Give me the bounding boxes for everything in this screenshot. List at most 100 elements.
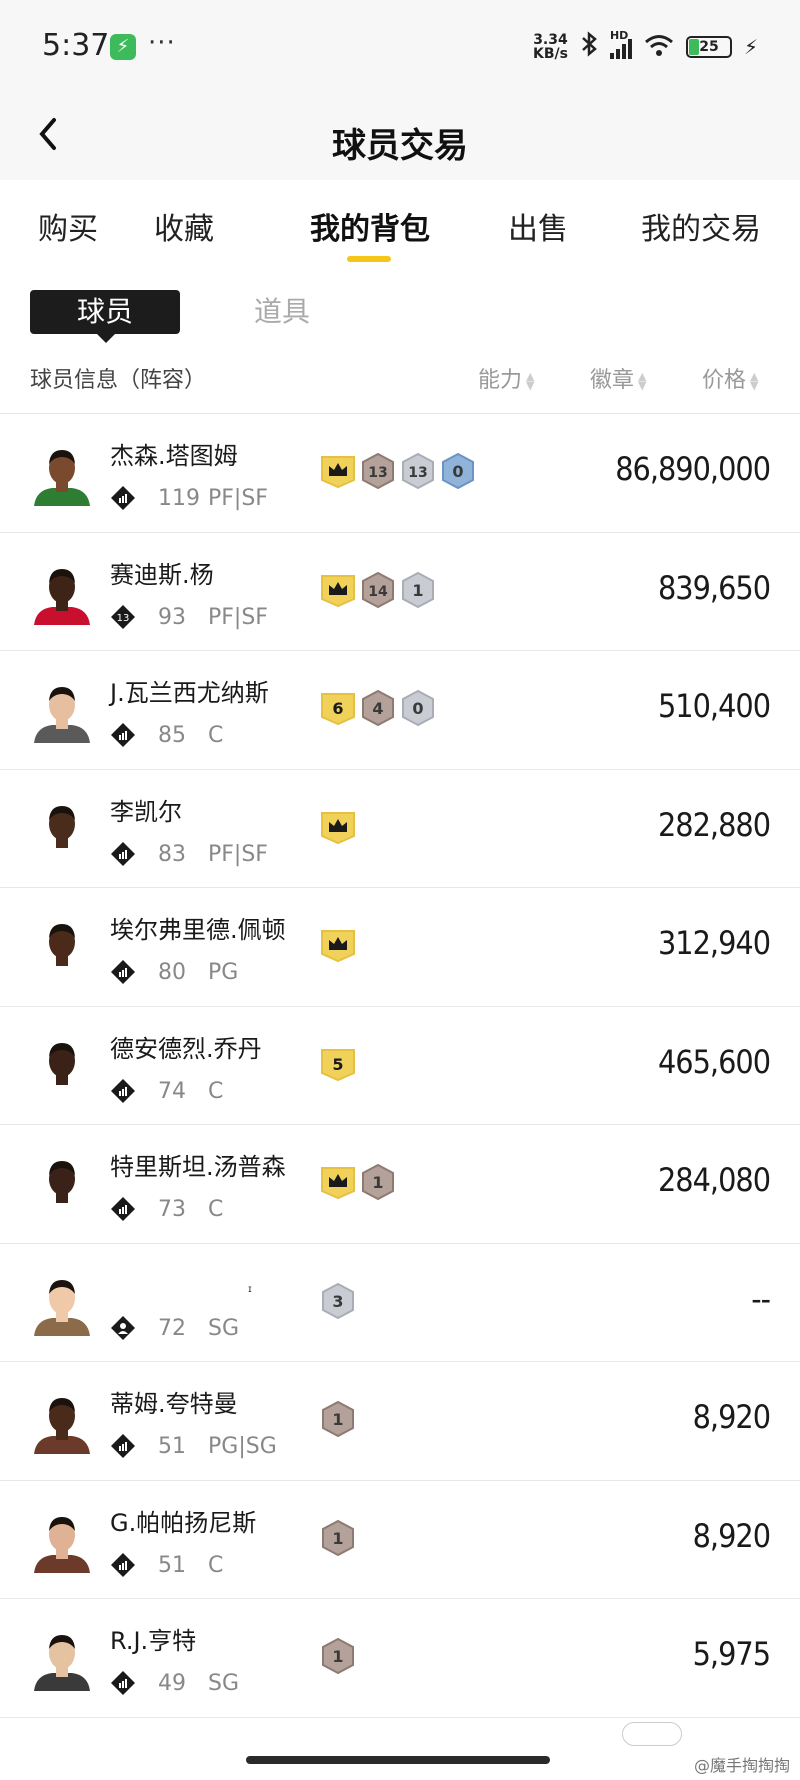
watermark-logo bbox=[622, 1722, 682, 1746]
player-name: G.帕帕扬尼斯 bbox=[110, 1508, 257, 1537]
player-row[interactable]: 埃尔弗里德.佩顿 80 PG 312,940 bbox=[0, 888, 800, 1007]
player-avatar bbox=[30, 1390, 94, 1454]
player-name: J.瓦兰西尤纳斯 bbox=[110, 679, 269, 707]
network-speed: 3.34 KB/s bbox=[532, 32, 568, 62]
badge-group: 1 bbox=[320, 1400, 356, 1442]
badge-bronze-icon: 4 bbox=[360, 689, 396, 731]
badge-bronze-icon: 1 bbox=[320, 1400, 356, 1442]
player-avatar bbox=[30, 798, 94, 862]
player-avatar bbox=[30, 1627, 94, 1691]
player-price: 839,650 bbox=[657, 568, 771, 607]
svg-text:0: 0 bbox=[452, 462, 463, 481]
badge-group: 14 1 bbox=[320, 571, 436, 613]
player-row[interactable]: 李凯尔 83 PF|SF 282,880 bbox=[0, 770, 800, 888]
jersey-number-icon: 13 bbox=[111, 604, 135, 629]
badge-silver-icon: 1 bbox=[400, 571, 436, 613]
player-rating: 119 bbox=[158, 486, 200, 511]
tab-buy[interactable]: 购买 bbox=[38, 204, 98, 248]
player-price: 8,920 bbox=[692, 1398, 771, 1436]
sort-icon: ▲ ▼ bbox=[750, 370, 759, 392]
player-price: 312,940 bbox=[657, 924, 771, 962]
wifi-icon bbox=[644, 33, 674, 61]
player-price: 465,600 bbox=[657, 1042, 771, 1081]
sort-price[interactable]: 价格 ▲ ▼ bbox=[702, 362, 758, 394]
player-position: C bbox=[208, 1078, 224, 1104]
tab-favorites[interactable]: 收藏 bbox=[154, 204, 214, 248]
badge-bronze-icon: 1 bbox=[320, 1637, 356, 1679]
player-position: C bbox=[208, 1197, 224, 1222]
badge-group: 1 bbox=[320, 1163, 396, 1205]
player-name: 特里斯坦.汤普森 bbox=[110, 1153, 286, 1181]
player-position: C bbox=[208, 723, 224, 748]
badge-bronze-icon: 1 bbox=[320, 1519, 356, 1561]
player-rating: 85 bbox=[158, 723, 186, 748]
player-price: 284,080 bbox=[657, 1161, 771, 1199]
badge-group bbox=[320, 926, 356, 968]
player-row[interactable]: J.瓦兰西尤纳斯 85 C 6 4 0 510,400 bbox=[0, 651, 800, 770]
player-position: SG bbox=[208, 1671, 240, 1696]
player-row[interactable]: 蒂姆.夸特曼 51 PG|SG 1 8,920 bbox=[0, 1362, 800, 1481]
tab-sell[interactable]: 出售 bbox=[508, 204, 568, 248]
subtab-items[interactable]: 道具 bbox=[254, 290, 310, 334]
svg-text:6: 6 bbox=[332, 699, 343, 718]
badge-silver-icon: 3 bbox=[320, 1282, 356, 1324]
player-position: SG bbox=[208, 1315, 240, 1341]
column-player-info: 球员信息（阵容） bbox=[30, 368, 207, 393]
player-row[interactable]: ɪ 72 SG 3 -- bbox=[0, 1244, 800, 1362]
player-name: 李凯尔 bbox=[110, 797, 182, 826]
player-rating: 74 bbox=[158, 1078, 186, 1104]
name-mark: ɪ bbox=[248, 1283, 252, 1295]
home-indicator[interactable] bbox=[246, 1756, 550, 1764]
player-avatar bbox=[30, 1153, 94, 1217]
tab-my-backpack[interactable]: 我的背包 bbox=[310, 204, 430, 248]
player-rating: 72 bbox=[158, 1315, 186, 1341]
sort-badge[interactable]: 徽章 ▲ ▼ bbox=[590, 362, 646, 394]
subtab-players[interactable]: 球员 bbox=[30, 290, 180, 343]
player-name: 赛迪斯.杨 bbox=[110, 560, 214, 589]
svg-text:1: 1 bbox=[372, 1173, 383, 1192]
battery-icon: 25 bbox=[685, 36, 732, 58]
bluetooth-icon bbox=[580, 31, 598, 63]
player-position: PG|SG bbox=[208, 1434, 277, 1459]
badge-bronze-icon: 14 bbox=[360, 571, 396, 613]
crown-badge-icon bbox=[320, 1163, 356, 1205]
sort-icon: ▲ ▼ bbox=[526, 370, 535, 392]
svg-text:1: 1 bbox=[332, 1529, 343, 1548]
player-rating: 51 bbox=[158, 1434, 186, 1459]
player-row[interactable]: 特里斯坦.汤普森 73 C 1 284,080 bbox=[0, 1125, 800, 1244]
player-price: 5,975 bbox=[692, 1635, 771, 1673]
svg-text:1: 1 bbox=[412, 581, 423, 600]
tab-my-trades[interactable]: 我的交易 bbox=[641, 204, 761, 248]
player-row[interactable]: 德安德烈.乔丹 74 C 5 465,600 bbox=[0, 1007, 800, 1125]
stats-diamond-icon bbox=[111, 960, 135, 984]
player-rating: 73 bbox=[158, 1197, 186, 1222]
player-row[interactable]: 赛迪斯.杨 13 93 PF|SF 14 1 839,650 bbox=[0, 533, 800, 651]
crown-badge-icon bbox=[320, 808, 356, 850]
player-position: PG bbox=[208, 960, 239, 985]
badge-group bbox=[320, 808, 356, 850]
player-name: 埃尔弗里德.佩顿 bbox=[110, 916, 286, 944]
badge-group: 1 bbox=[320, 1519, 356, 1561]
player-row[interactable]: 杰森.塔图姆 119 PF|SF 13 13 0 86,890,000 bbox=[0, 414, 800, 533]
player-avatar bbox=[30, 1509, 94, 1573]
page-title: 球员交易 bbox=[332, 126, 468, 166]
stats-diamond-icon bbox=[111, 1434, 135, 1458]
badge-group: 5 bbox=[320, 1045, 356, 1087]
player-name: 德安德烈.乔丹 bbox=[110, 1034, 262, 1063]
player-name: 杰森.塔图姆 bbox=[110, 442, 238, 470]
sort-ability[interactable]: 能力 ▲ ▼ bbox=[478, 362, 534, 394]
player-position: C bbox=[208, 1552, 224, 1578]
signal-icon: HD bbox=[609, 29, 632, 59]
player-row[interactable]: R.J.亨特 49 SG 1 5,975 bbox=[0, 1599, 800, 1718]
player-avatar bbox=[30, 561, 94, 625]
more-notifications-icon: ··· bbox=[148, 28, 176, 58]
svg-text:5: 5 bbox=[332, 1055, 343, 1074]
badge-bronze-icon: 1 bbox=[360, 1163, 396, 1205]
badge-bronze-icon: 13 bbox=[360, 452, 396, 494]
player-row[interactable]: G.帕帕扬尼斯 51 C 1 8,920 bbox=[0, 1481, 800, 1599]
stats-diamond-icon bbox=[111, 486, 135, 510]
badge-group: 3 bbox=[320, 1282, 356, 1324]
svg-text:0: 0 bbox=[412, 699, 423, 718]
charging-icon: ⚡ bbox=[743, 35, 758, 59]
stats-diamond-icon bbox=[111, 1197, 135, 1221]
